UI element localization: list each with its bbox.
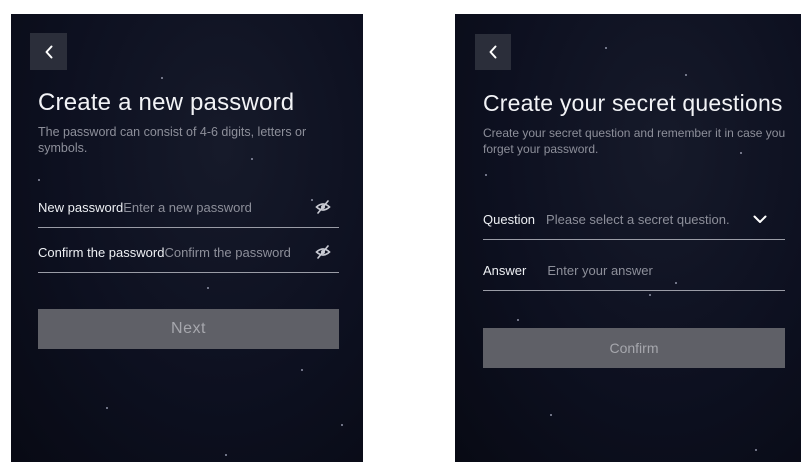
eye-off-icon	[315, 200, 331, 214]
star	[605, 47, 607, 49]
create-password-screen: Create a new password The password can c…	[11, 14, 363, 462]
star	[755, 449, 757, 451]
star	[517, 319, 519, 321]
answer-input[interactable]	[547, 262, 785, 278]
confirm-password-field: Confirm the password	[38, 232, 339, 273]
star	[301, 369, 303, 371]
confirm-button-label: Confirm	[609, 340, 659, 356]
answer-label: Answer	[483, 262, 527, 278]
question-select[interactable]: Question Please select a secret question…	[483, 199, 785, 240]
new-password-label: New password	[38, 199, 124, 215]
question-value: Please select a secret question.	[546, 211, 730, 227]
star	[485, 174, 487, 176]
page-title: Create a new password	[38, 89, 295, 116]
star	[685, 74, 687, 76]
next-button[interactable]: Next	[38, 309, 339, 349]
toggle-confirm-visibility[interactable]	[313, 242, 333, 262]
star	[649, 294, 651, 296]
star	[550, 414, 552, 416]
confirm-password-input[interactable]	[164, 244, 313, 260]
back-button[interactable]	[30, 33, 67, 70]
new-password-input[interactable]	[123, 199, 313, 215]
secret-questions-screen: Create your secret questions Create your…	[455, 14, 801, 462]
page-title: Create your secret questions	[483, 90, 783, 116]
question-label: Question	[483, 211, 536, 227]
star	[161, 77, 163, 79]
toggle-password-visibility[interactable]	[313, 197, 333, 217]
star	[225, 454, 227, 456]
star	[251, 158, 253, 160]
star	[341, 424, 343, 426]
back-button[interactable]	[475, 34, 511, 70]
chevron-left-icon	[489, 45, 497, 59]
eye-off-icon	[315, 245, 331, 259]
chevron-left-icon	[45, 45, 52, 58]
star	[106, 407, 108, 409]
confirm-password-label: Confirm the password	[38, 244, 165, 260]
confirm-button[interactable]: Confirm	[483, 328, 785, 368]
answer-field: Answer	[483, 250, 785, 291]
star	[207, 287, 209, 289]
star	[38, 179, 40, 181]
page-subtitle: The password can consist of 4-6 digits, …	[38, 125, 307, 155]
new-password-field: New password	[38, 187, 339, 228]
page-subtitle: Create your secret question and remember…	[483, 126, 786, 156]
next-button-label: Next	[171, 320, 206, 337]
chevron-down-icon	[753, 215, 767, 223]
